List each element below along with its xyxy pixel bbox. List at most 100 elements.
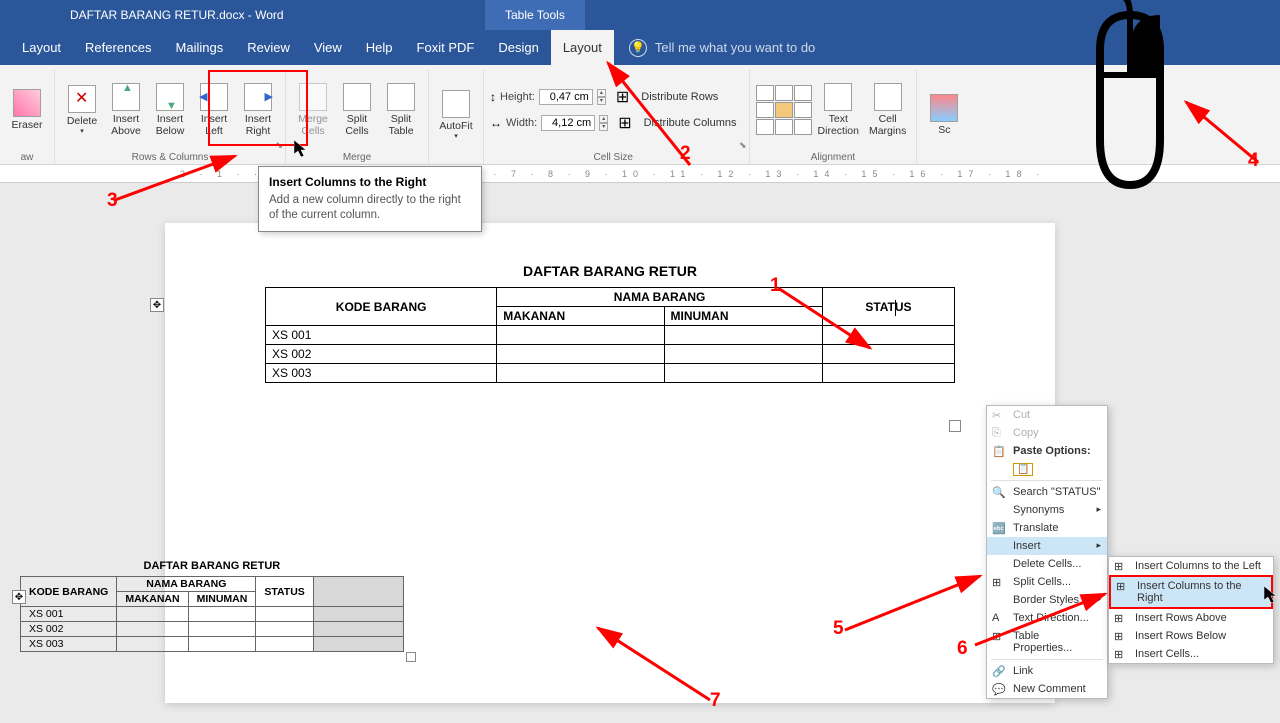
ctx-new-comment[interactable]: 💬New Comment <box>987 680 1107 698</box>
submenu-insert-below[interactable]: ⊞Insert Rows Below <box>1109 627 1273 645</box>
ctx-synonyms[interactable]: Synonyms <box>987 501 1107 519</box>
ctx-table-properties[interactable]: ⊞Table Properties... <box>987 627 1107 657</box>
ctx-delete-cells[interactable]: Delete Cells... <box>987 555 1107 573</box>
height-up[interactable]: ▴ <box>597 89 606 97</box>
insert-above-button[interactable]: ▲Insert Above <box>105 69 147 150</box>
insert-below-icon: ⊞ <box>1114 630 1123 643</box>
new-column <box>313 577 403 607</box>
tab-references[interactable]: References <box>73 30 163 65</box>
link-icon: 🔗 <box>992 665 1006 679</box>
lightbulb-icon: 💡 <box>629 39 647 57</box>
ctx-insert[interactable]: Insert <box>987 537 1107 555</box>
insert-left-icon: ⊞ <box>1114 560 1123 573</box>
delete-button[interactable]: ✕Delete▾ <box>61 69 103 150</box>
tab-help[interactable]: Help <box>354 30 405 65</box>
col-kode[interactable]: KODE BARANG <box>266 288 497 326</box>
eraser-button[interactable]: Eraser <box>6 69 48 150</box>
cut-icon: ✂ <box>992 409 1006 423</box>
copy-icon: ⎘ <box>992 427 1006 441</box>
insert-submenu: ⊞Insert Columns to the Left ⊞Insert Colu… <box>1108 556 1274 664</box>
distribute-rows-button[interactable]: Distribute Rows <box>641 91 718 103</box>
tab-view[interactable]: View <box>302 30 354 65</box>
tab-review[interactable]: Review <box>235 30 302 65</box>
draw-group-label: aw <box>21 150 34 165</box>
tooltip: Insert Columns to the Right Add a new co… <box>258 166 482 232</box>
alignment-group-label: Alignment <box>811 150 855 165</box>
tab-foxit[interactable]: Foxit PDF <box>405 30 487 65</box>
submenu-insert-right[interactable]: ⊞Insert Columns to the Right <box>1109 575 1273 609</box>
ctx-cut: ✂Cut <box>987 406 1107 424</box>
width-icon: ↔ <box>490 116 502 130</box>
insert-above-icon: ⊞ <box>1114 612 1123 625</box>
tooltip-body: Add a new column directly to the right o… <box>269 193 471 223</box>
insert-below-button[interactable]: ▼Insert Below <box>149 69 191 150</box>
col-minuman[interactable]: MINUMAN <box>664 307 822 326</box>
cell-margins-button[interactable]: Cell Margins <box>865 81 910 139</box>
tell-me-text: Tell me what you want to do <box>655 40 815 55</box>
distribute-columns-button[interactable]: Distribute Columns <box>644 117 737 129</box>
context-menu: ✂Cut ⎘Copy 📋Paste Options: 📋 🔍Search "ST… <box>986 405 1108 699</box>
table-resize-handle[interactable] <box>949 420 961 432</box>
dialog-launcher-icon[interactable]: ⬊ <box>275 140 283 151</box>
submenu-insert-above[interactable]: ⊞Insert Rows Above <box>1109 609 1273 627</box>
table-resize-handle[interactable] <box>406 652 416 662</box>
annotation-2: 2 <box>680 143 691 165</box>
insert-right-button[interactable]: ▶Insert Right <box>237 69 279 150</box>
table-move-handle[interactable]: ✥ <box>150 298 164 312</box>
ctx-border-styles[interactable]: Border Styles <box>987 591 1107 609</box>
text-direction-button[interactable]: Text Direction <box>814 81 863 139</box>
example-after: ✥ DAFTAR BARANG RETUR KODE BARANG NAMA B… <box>20 560 404 652</box>
annotation-7: 7 <box>710 690 721 712</box>
example-table: KODE BARANG NAMA BARANG STATUS MAKANAN M… <box>20 576 404 652</box>
insert-right-icon: ⊞ <box>1116 580 1125 593</box>
ctx-paste-keep[interactable]: 📋 <box>987 460 1107 478</box>
main-table[interactable]: KODE BARANG NAMA BARANG STATUS MAKANAN M… <box>265 287 955 383</box>
split-table-button[interactable]: Split Table <box>380 69 422 150</box>
sort-button[interactable]: Sc <box>923 69 965 161</box>
search-icon: 🔍 <box>992 486 1006 500</box>
dialog-launcher-icon[interactable]: ⬊ <box>739 140 747 151</box>
ctx-text-direction[interactable]: AText Direction... <box>987 609 1107 627</box>
height-down[interactable]: ▾ <box>597 97 606 105</box>
ctx-split-cells[interactable]: ⊞Split Cells... <box>987 573 1107 591</box>
height-input[interactable] <box>539 89 593 105</box>
insert-left-button[interactable]: ◀Insert Left <box>193 69 235 150</box>
width-up[interactable]: ▴ <box>599 115 608 123</box>
example-title: DAFTAR BARANG RETUR <box>20 560 404 572</box>
table-move-handle[interactable]: ✥ <box>12 590 26 604</box>
dist-rows-icon: ⊞ <box>616 87 629 107</box>
submenu-insert-left[interactable]: ⊞Insert Columns to the Left <box>1109 557 1273 575</box>
alignment-grid[interactable] <box>756 85 812 135</box>
rows-columns-group-label: Rows & Columns <box>132 150 209 165</box>
comment-icon: 💬 <box>992 683 1006 697</box>
tooltip-title: Insert Columns to the Right <box>269 175 471 189</box>
ctx-copy: ⎘Copy <box>987 424 1107 442</box>
ctx-search[interactable]: 🔍Search "STATUS" <box>987 483 1107 501</box>
annotation-5: 5 <box>833 618 844 640</box>
col-status[interactable]: STATUS <box>822 288 954 326</box>
width-label: Width: <box>506 117 537 129</box>
ctx-link[interactable]: 🔗Link <box>987 662 1107 680</box>
width-input[interactable] <box>541 115 595 131</box>
col-makanan[interactable]: MAKANAN <box>497 307 664 326</box>
height-icon: ↕ <box>490 90 496 104</box>
tab-layout[interactable]: Layout <box>10 30 73 65</box>
dist-cols-icon: ⊞ <box>618 113 631 133</box>
window-title: DAFTAR BARANG RETUR.docx - Word <box>70 8 284 22</box>
properties-icon: ⊞ <box>992 630 1006 644</box>
autofit-button[interactable]: AutoFit▾ <box>435 69 477 161</box>
text-direction-icon: A <box>992 612 1006 626</box>
annotation-6: 6 <box>957 638 968 660</box>
tell-me[interactable]: 💡 Tell me what you want to do <box>629 39 815 57</box>
tab-table-layout[interactable]: Layout <box>551 30 614 65</box>
insert-cells-icon: ⊞ <box>1114 648 1123 661</box>
split-cells-button[interactable]: Split Cells <box>336 69 378 150</box>
tab-design[interactable]: Design <box>486 30 550 65</box>
paste-icon: 📋 <box>992 445 1006 459</box>
tab-mailings[interactable]: Mailings <box>164 30 236 65</box>
ctx-translate[interactable]: 🔤Translate <box>987 519 1107 537</box>
submenu-insert-cells[interactable]: ⊞Insert Cells... <box>1109 645 1273 663</box>
width-down[interactable]: ▾ <box>599 123 608 131</box>
table-row: XS 002 <box>266 345 955 364</box>
ctx-paste-options: 📋Paste Options: <box>987 442 1107 460</box>
